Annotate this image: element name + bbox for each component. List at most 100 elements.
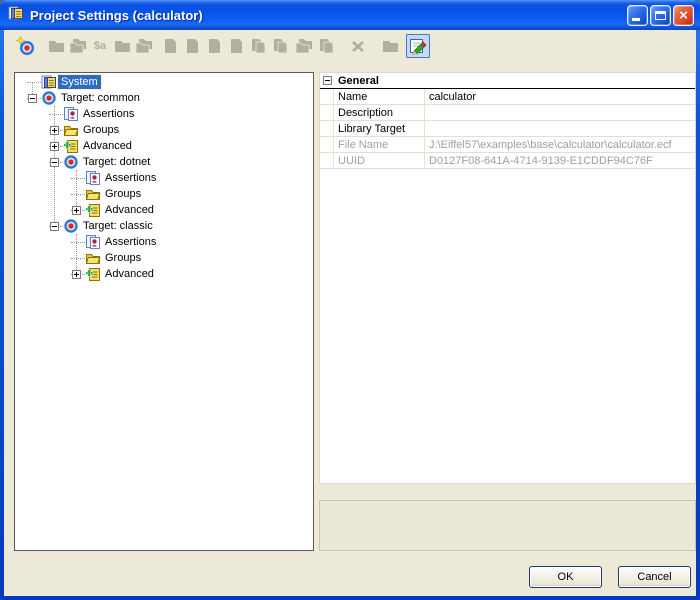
expand-node-icon[interactable] <box>50 126 59 135</box>
assertions-icon <box>85 170 101 186</box>
toolbar: $a <box>4 34 696 64</box>
tree-item-assertions[interactable]: Assertions <box>15 106 313 122</box>
doc-icon-3 <box>204 36 224 56</box>
assertions-icon <box>85 234 101 250</box>
tree-item-target-classic[interactable]: Target: classic <box>15 218 313 234</box>
tree-item-system[interactable]: System <box>15 74 313 90</box>
collapse-node-icon[interactable] <box>50 222 59 231</box>
property-value[interactable] <box>425 121 695 136</box>
close-icon: × <box>674 6 693 25</box>
property-row-gutter <box>320 121 334 136</box>
tree-item-label[interactable]: Assertions <box>102 235 159 249</box>
tree-item-groups[interactable]: Groups <box>15 122 313 138</box>
tree-item-label[interactable]: Advanced <box>102 267 157 281</box>
property-name: Name <box>334 89 425 104</box>
target-icon <box>63 154 79 170</box>
doc-icon-6 <box>270 36 290 56</box>
property-row-name: Namecalculator <box>320 89 695 105</box>
tree-item-label[interactable]: Groups <box>102 251 144 265</box>
settings-tree: System Target: common Assertions Groups Adva… <box>15 73 313 550</box>
description-panel <box>319 500 696 551</box>
tree-item-target-common[interactable]: Target: common <box>15 90 313 106</box>
property-row-gutter <box>320 89 334 104</box>
groups-icon <box>85 250 101 266</box>
window-title: Project Settings (calculator) <box>30 8 627 23</box>
override-icon-1 <box>294 36 314 56</box>
groups-icon <box>63 122 79 138</box>
property-row-gutter <box>320 153 334 168</box>
tree-item-label[interactable]: Assertions <box>80 107 137 121</box>
tree-item-label[interactable]: Advanced <box>80 139 135 153</box>
close-button[interactable]: × <box>673 5 694 26</box>
delete-x-icon <box>348 36 368 56</box>
groups-icon <box>85 186 101 202</box>
collapse-node-icon[interactable] <box>50 158 59 167</box>
folder-icon-1 <box>46 36 66 56</box>
tree-item-advanced[interactable]: Advanced <box>15 138 313 154</box>
target-icon <box>63 218 79 234</box>
target-icon <box>41 90 57 106</box>
ok-button[interactable]: OK <box>529 566 602 588</box>
doc-icon-1 <box>160 36 180 56</box>
override-icon-2 <box>316 36 336 56</box>
project-settings-window: Project Settings (calculator) × $a Syste… <box>0 0 700 600</box>
advanced-icon <box>63 138 79 154</box>
property-value: D0127F08-641A-4714-9139-E1CDDF94C76F <box>425 153 695 168</box>
property-value: J:\Eiffel57\examples\base\calculator\cal… <box>425 137 695 152</box>
expand-node-icon[interactable] <box>50 142 59 151</box>
property-row-description: Description <box>320 105 695 121</box>
tree-item-assertions[interactable]: Assertions <box>15 234 313 250</box>
paste-icon <box>380 36 400 56</box>
property-row-library-target: Library Target <box>320 121 695 137</box>
property-section-header[interactable]: General <box>320 73 695 89</box>
tree-item-advanced[interactable]: Advanced <box>15 266 313 282</box>
doc-icon-4 <box>226 36 246 56</box>
tree-item-label[interactable]: System <box>58 75 101 89</box>
property-value[interactable]: calculator <box>425 89 695 104</box>
property-grid: General NamecalculatorDescriptionLibrary… <box>319 72 696 484</box>
tree-item-label[interactable]: Assertions <box>102 171 159 185</box>
minimize-icon <box>632 18 640 21</box>
assertions-icon <box>63 106 79 122</box>
edit-pencil-icon[interactable] <box>408 36 428 56</box>
maximize-button[interactable] <box>650 5 671 26</box>
collapse-section-icon[interactable] <box>323 76 332 85</box>
property-row-gutter <box>320 137 334 152</box>
advanced-icon <box>85 202 101 218</box>
property-row-gutter <box>320 105 334 120</box>
advanced-icon <box>85 266 101 282</box>
folders-icon-1 <box>68 36 88 56</box>
property-row-uuid: UUIDD0127F08-641A-4714-9139-E1CDDF94C76F <box>320 153 695 169</box>
property-name: UUID <box>334 153 425 168</box>
doc-icon-2 <box>182 36 202 56</box>
new-target-icon[interactable] <box>16 36 36 56</box>
tree-item-label[interactable]: Target: classic <box>80 219 156 233</box>
tree-item-label[interactable]: Groups <box>80 123 122 137</box>
tree-item-groups[interactable]: Groups <box>15 186 313 202</box>
cancel-button[interactable]: Cancel <box>618 566 691 588</box>
section-title: General <box>338 75 379 87</box>
collapse-node-icon[interactable] <box>28 94 37 103</box>
expand-node-icon[interactable] <box>72 270 81 279</box>
tree-item-groups[interactable]: Groups <box>15 250 313 266</box>
tree-item-advanced[interactable]: Advanced <box>15 202 313 218</box>
tree-item-label[interactable]: Target: common <box>58 91 143 105</box>
folder-icon-2 <box>112 36 132 56</box>
client-area: $a System Target: common Assertions Groups A… <box>4 30 696 596</box>
minimize-button[interactable] <box>627 5 648 26</box>
titlebar[interactable]: Project Settings (calculator) × <box>0 0 700 30</box>
system-icon <box>41 74 57 90</box>
rename-icon: $a <box>90 36 110 56</box>
tree-item-label[interactable]: Groups <box>102 187 144 201</box>
tree-item-label[interactable]: Target: dotnet <box>80 155 153 169</box>
tree-item-label[interactable]: Advanced <box>102 203 157 217</box>
tree-item-assertions[interactable]: Assertions <box>15 170 313 186</box>
property-name: Description <box>334 105 425 120</box>
property-name: Library Target <box>334 121 425 136</box>
tree-item-target-dotnet[interactable]: Target: dotnet <box>15 154 313 170</box>
property-name: File Name <box>334 137 425 152</box>
property-row-file-name: File NameJ:\Eiffel57\examples\base\calcu… <box>320 137 695 153</box>
property-value[interactable] <box>425 105 695 120</box>
maximize-icon <box>655 11 666 20</box>
expand-node-icon[interactable] <box>72 206 81 215</box>
